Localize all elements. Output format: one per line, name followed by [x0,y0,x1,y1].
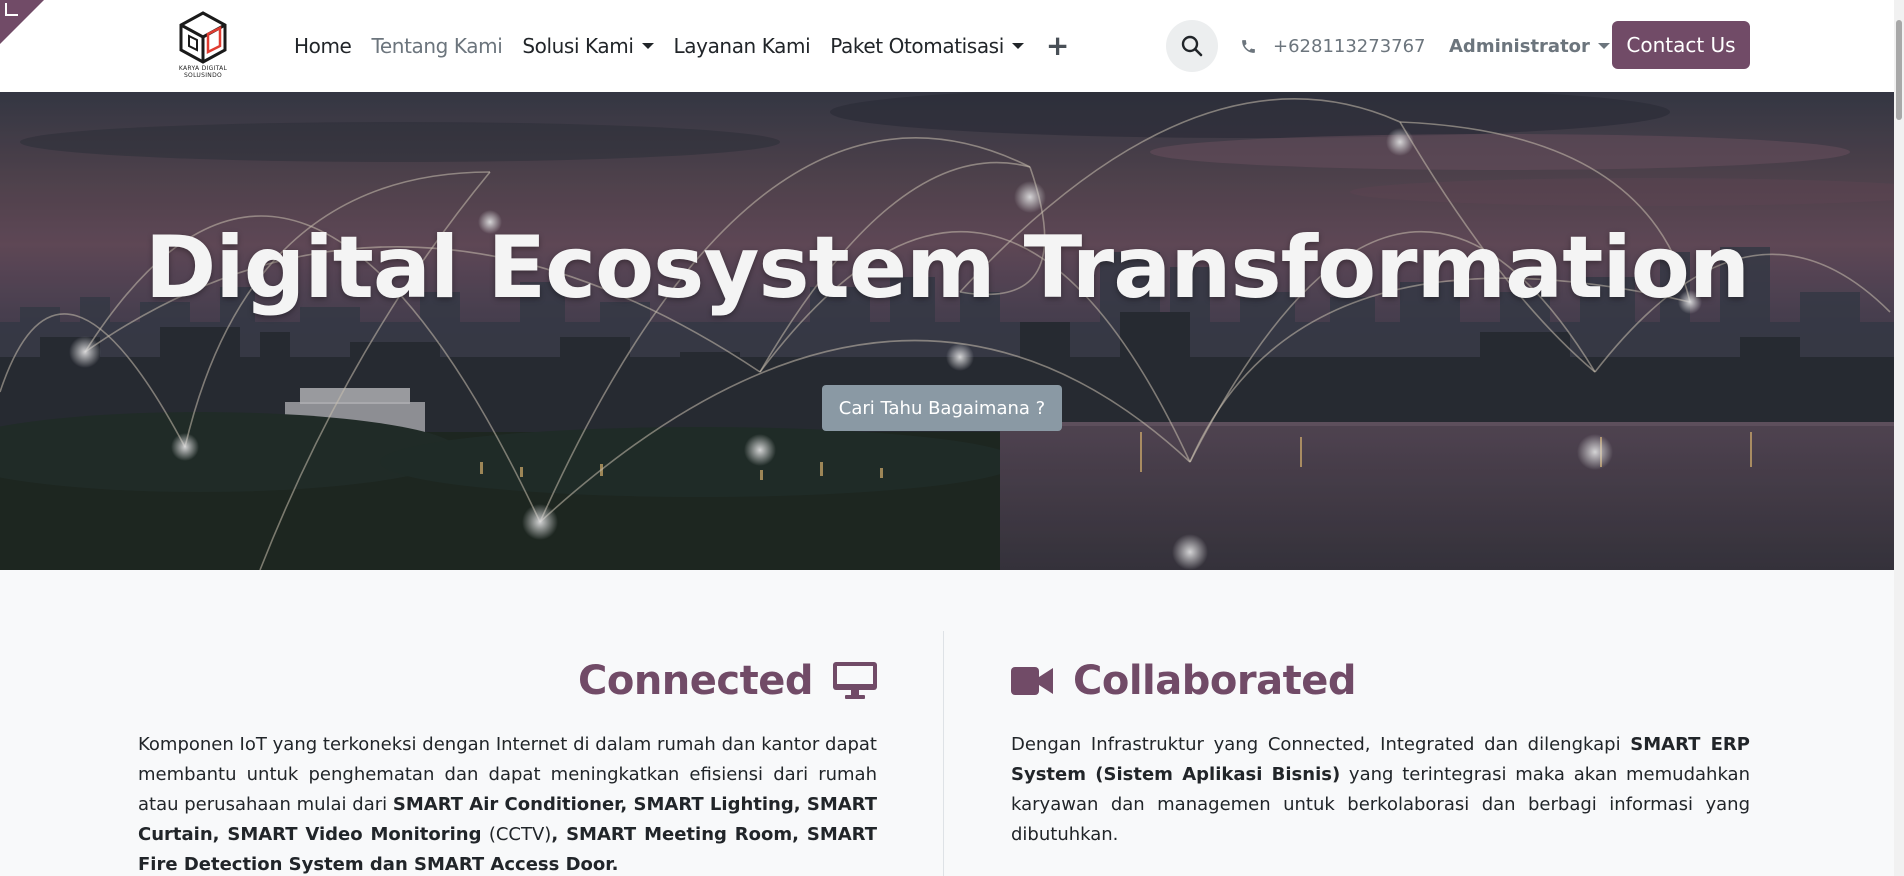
hero-overlay [0,92,1894,570]
caret-down-icon [1011,43,1024,49]
feature-collaborated-text: Dengan Infrastruktur yang Connected, Int… [1011,730,1750,850]
nav-item-home[interactable]: Home [294,34,352,58]
nav-item-solusi-kami[interactable]: Solusi Kami [522,34,654,58]
text-run: (CCTV) [481,824,552,845]
phone-link[interactable]: +628113273767 [1240,0,1426,92]
feature-connected-text: Komponen IoT yang terkoneksi dengan Inte… [138,730,877,876]
cube-logo-icon [179,11,227,64]
nav-item-label: Tentang Kami [371,34,503,58]
scrollbar-thumb[interactable] [1896,20,1902,120]
nav-item-label: Layanan Kami [673,34,811,58]
caret-down-icon [1597,43,1610,49]
video-camera-icon [1011,665,1053,697]
phone-icon [1240,38,1257,55]
nav-item-label: Paket Otomatisasi [830,34,1004,58]
logo-text-line2: SOLUSINDO [183,72,223,79]
feature-connected-heading: Connected [578,658,877,704]
feature-collaborated-heading: Collaborated [1011,658,1356,704]
plus-icon: + [1045,29,1069,62]
text-run: Dengan Infrastruktur yang Connected, Int… [1011,734,1631,755]
search-icon [1181,35,1203,57]
nav-item-label: Solusi Kami [522,34,634,58]
nav-item-label: Home [294,34,352,58]
caret-down-icon [641,43,654,49]
nav-item-tentang-kami[interactable]: Tentang Kami [371,34,502,58]
phone-number: +628113273767 [1273,35,1426,57]
user-name: Administrator [1449,35,1590,57]
nav-item-paket-otomatisasi[interactable]: Paket Otomatisasi [830,34,1024,58]
add-menu-button[interactable]: + [1044,32,1069,60]
column-divider [943,631,944,876]
logo-text: KARYA DIGITAL SOLUSINDO [175,65,231,79]
site-header: KARYA DIGITAL SOLUSINDO Home Tentang Kam… [0,0,1894,92]
main-nav: Home Tentang Kami Solusi Kami Layanan Ka… [294,0,1089,92]
page-scrollbar[interactable] [1894,0,1904,876]
feature-title: Connected [577,658,814,704]
search-button[interactable] [1166,20,1218,72]
hero-banner: Digital Ecosystem Transformation Cari Ta… [0,92,1894,570]
nav-item-layanan-kami[interactable]: Layanan Kami [674,34,811,58]
site-logo[interactable]: KARYA DIGITAL SOLUSINDO [175,10,231,80]
feature-title: Collaborated [1073,658,1356,704]
user-menu-dropdown[interactable]: Administrator [1449,0,1610,92]
logo-text-line1: KARYA DIGITAL [178,65,228,72]
contact-us-button[interactable]: Contact Us [1612,21,1750,69]
hero-title: Digital Ecosystem Transformation [144,218,1750,318]
monitor-icon [833,662,877,700]
hero-cta-button[interactable]: Cari Tahu Bagaimana ? [822,385,1062,431]
edit-corner-icon [5,3,18,16]
features-section: Connected Komponen IoT yang terkoneksi d… [0,570,1894,876]
